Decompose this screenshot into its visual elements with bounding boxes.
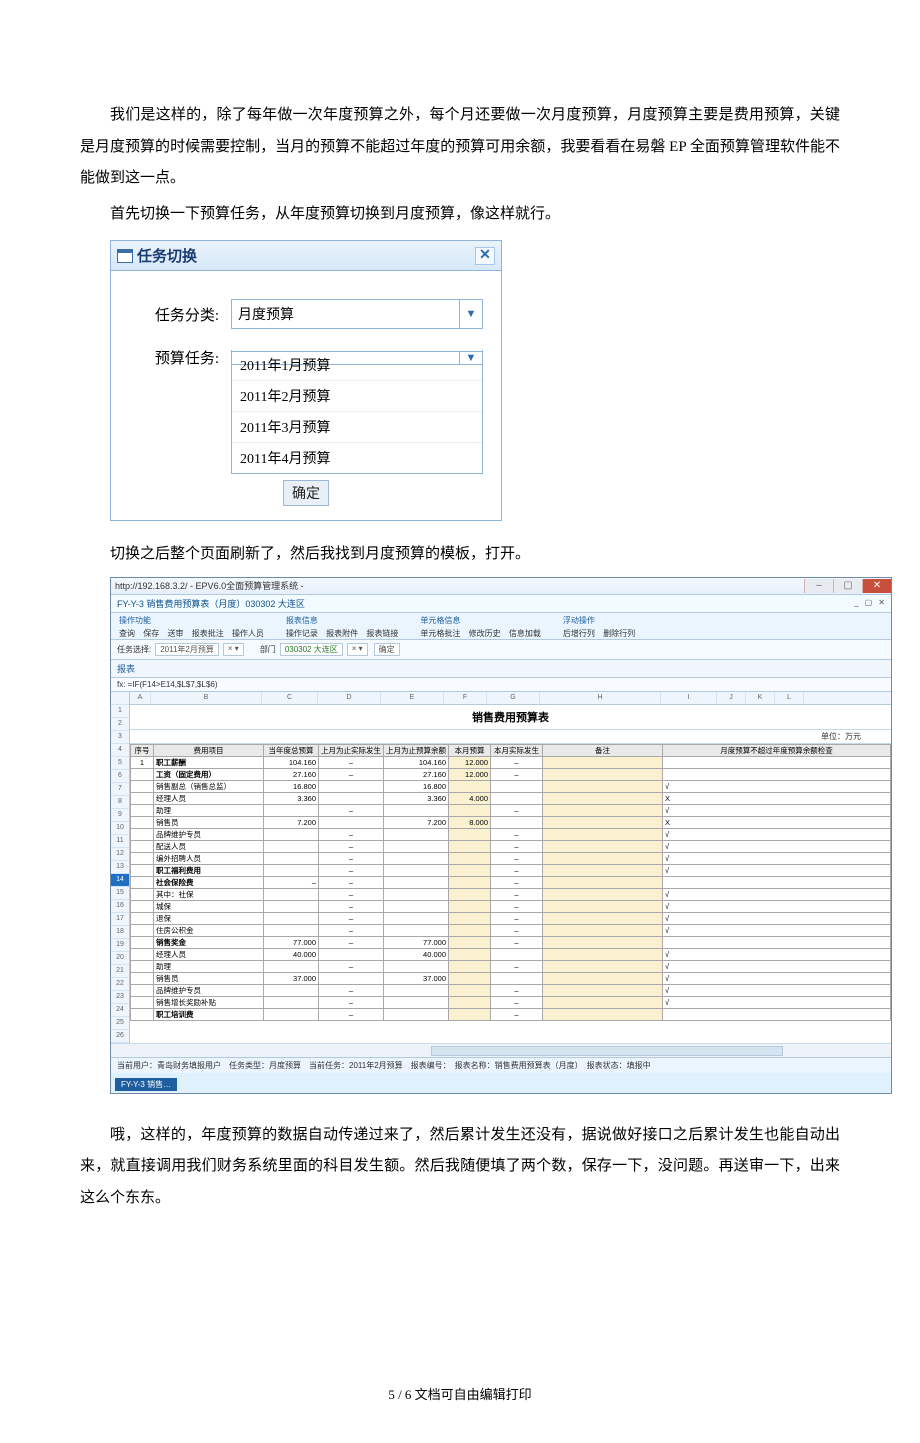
- operator-button[interactable]: 操作人员: [232, 629, 264, 638]
- submit-button[interactable]: 送审: [167, 629, 183, 638]
- dropdown-option[interactable]: 2011年4月预算: [232, 443, 482, 473]
- sheet-tab[interactable]: FY-Y-3 销售…: [115, 1078, 177, 1091]
- ok-button[interactable]: 确定: [283, 480, 329, 506]
- toolbar-group-ops: 操作功能: [119, 615, 270, 626]
- minimize-icon[interactable]: –: [804, 579, 833, 593]
- paragraph-3: 切换之后整个页面刷新了，然后我找到月度预算的模板，打开。: [80, 539, 840, 571]
- sheet-title: FY-Y-3 销售费用预算表（月度）030302 大连区: [117, 597, 305, 610]
- dropdown-option[interactable]: 2011年3月预算: [232, 412, 482, 443]
- sheet-title: 销售费用预算表: [130, 705, 891, 730]
- chevron-down-icon[interactable]: ▼: [459, 352, 482, 364]
- paragraph-2: 首先切换一下预算任务，从年度预算切换到月度预算，像这样就行。: [80, 199, 840, 231]
- row-numbers: 1234567891011121314151617181920212223242…: [111, 692, 130, 1043]
- unit-label: 单位：万元: [130, 730, 891, 744]
- horizontal-scrollbar[interactable]: [111, 1043, 891, 1057]
- paragraph-4: 哦，这样的，年度预算的数据自动传递过来了，然后累计发生还没有，据说做好接口之后累…: [80, 1120, 840, 1215]
- dept-input[interactable]: 030302 大连区: [280, 643, 343, 656]
- window-icon: [117, 249, 133, 263]
- budget-table: 序号费用项目当年度总预算上月为止实际发生上月为止预算余额本月预算本月实际发生备注…: [130, 744, 891, 1021]
- dept-clear-button[interactable]: × ▾: [347, 643, 368, 656]
- formula-bar[interactable]: fx: =IF(F14>E14,$L$7,$L$6): [111, 678, 891, 692]
- section-label: 报表: [111, 660, 891, 678]
- paragraph-1: 我们是这样的，除了每年做一次年度预算之外，每个月还要做一次月度预算，月度预算主要…: [80, 100, 840, 195]
- maximize-icon[interactable]: ▢: [833, 579, 862, 593]
- task-select-line: 任务选择: 2011年2月预算 × ▾ 部门 030302 大连区 × ▾ 确定: [111, 640, 891, 660]
- dropdown-option[interactable]: 2011年2月预算: [232, 381, 482, 412]
- toolbar-group-report: 报表信息: [286, 615, 404, 626]
- task-switch-dialog: 任务切换 ✕ 任务分类: 月度预算 ▼ 预算任务: ▼ 2011年1月预算: [110, 240, 502, 521]
- task-select-input[interactable]: 2011年2月预算: [155, 643, 219, 656]
- confirm-button[interactable]: 确定: [374, 643, 400, 656]
- close-icon[interactable]: ✕: [475, 247, 495, 265]
- query-button[interactable]: 查询: [119, 629, 135, 638]
- save-button[interactable]: 保存: [143, 629, 159, 638]
- task-category-select[interactable]: 月度预算 ▼: [231, 299, 483, 329]
- chevron-down-icon[interactable]: ▼: [459, 300, 482, 328]
- toolbar-group-cell: 单元格信息: [420, 615, 546, 626]
- page-footer: 5 / 6 文档可自由编辑打印: [80, 1384, 840, 1403]
- label-budget-task: 预算任务:: [129, 347, 231, 368]
- status-bar: 当前用户：青岛财务填报用户 任务类型：月度预算 当前任务：2011年2月预算 报…: [111, 1057, 891, 1073]
- annotate-button[interactable]: 报表批注: [192, 629, 224, 638]
- budget-task-dropdown: 2011年1月预算 2011年2月预算 2011年3月预算 2011年4月预算: [231, 350, 483, 474]
- task-clear-button[interactable]: × ▾: [223, 643, 244, 656]
- app-address: http://192.168.3.2/ - EPV6.0全面预算管理系统 -: [115, 579, 304, 592]
- dialog-title: 任务切换: [137, 245, 197, 266]
- column-headers: ABCDEFGHIJKL: [130, 692, 891, 705]
- label-task-category: 任务分类:: [129, 304, 231, 325]
- close-icon[interactable]: ✕: [862, 579, 891, 593]
- budget-app-window: http://192.168.3.2/ - EPV6.0全面预算管理系统 - –…: [110, 577, 892, 1094]
- toolbar-group-float: 浮动操作: [563, 615, 641, 626]
- toolbar: 操作功能 查询 保存 送审 报表批注 操作人员 报表信息 操作记录 报表附件 报…: [111, 613, 891, 640]
